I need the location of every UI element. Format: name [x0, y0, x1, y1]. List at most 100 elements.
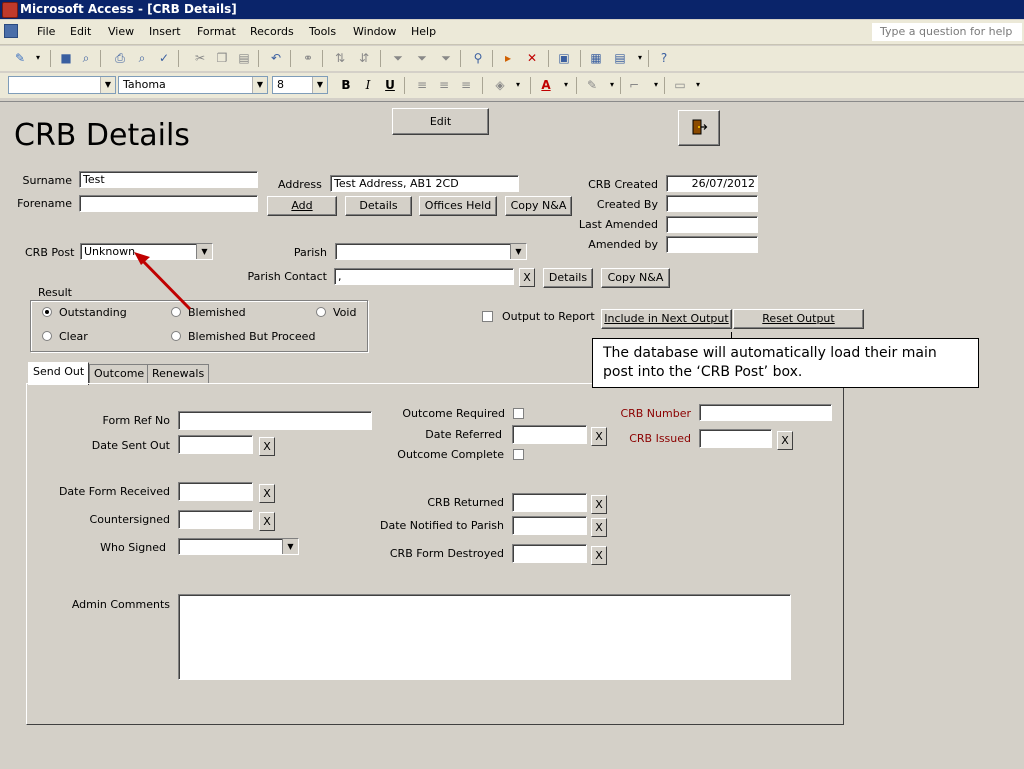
undo-icon[interactable]: ↶	[268, 50, 284, 66]
parish-dropdown-icon[interactable]: ▼	[510, 244, 526, 259]
print-preview-icon[interactable]: ⌕	[134, 50, 150, 66]
align-center-icon[interactable]: ≡	[436, 77, 452, 93]
parish-contact-field[interactable]: ,	[334, 268, 514, 285]
date-referred-field[interactable]	[512, 425, 587, 444]
form-window-icon[interactable]	[4, 24, 18, 38]
created-by-field[interactable]	[666, 195, 758, 212]
who-signed-dropdown-icon[interactable]: ▼	[282, 539, 298, 554]
crb-form-destroyed-field[interactable]	[512, 544, 587, 563]
bold-icon[interactable]: B	[338, 77, 354, 93]
form-ref-no-field[interactable]	[178, 411, 372, 430]
date-sent-out-field[interactable]	[178, 435, 253, 454]
line-width-dropdown-icon[interactable]: ▾	[648, 77, 664, 93]
add-button[interactable]: Add	[267, 196, 337, 216]
crb-returned-clear-button[interactable]: X	[591, 495, 607, 514]
object-combo[interactable]: ▼	[8, 76, 116, 94]
result-blemished-but-proceed-radio[interactable]	[171, 331, 181, 341]
tab-renewals[interactable]: Renewals	[147, 364, 210, 384]
database-window-icon[interactable]: ▦	[588, 50, 604, 66]
parish-copy-name-address-button[interactable]: Copy N&A	[601, 268, 670, 288]
include-in-next-output-button[interactable]: Include in Next Output	[601, 309, 732, 329]
fill-color-dropdown-icon[interactable]: ▾	[510, 77, 526, 93]
exit-button[interactable]	[678, 110, 720, 146]
special-effect-icon[interactable]: ▭	[672, 77, 688, 93]
italic-icon[interactable]: I	[360, 77, 376, 93]
print-icon[interactable]: ⎙	[112, 50, 128, 66]
last-amended-field[interactable]	[666, 216, 758, 233]
font-color-icon[interactable]: A	[538, 77, 554, 93]
crb-returned-field[interactable]	[512, 493, 587, 512]
new-object-icon[interactable]: ▤	[612, 50, 628, 66]
result-outstanding-radio[interactable]	[42, 307, 52, 317]
date-form-received-clear-button[interactable]: X	[259, 484, 275, 503]
font-color-dropdown-icon[interactable]: ▾	[558, 77, 574, 93]
sort-descending-icon[interactable]: ⇵	[356, 50, 372, 66]
menu-view[interactable]: View	[108, 25, 134, 38]
copy-icon[interactable]: ❐	[214, 50, 230, 66]
output-to-report-checkbox[interactable]	[482, 311, 493, 322]
forename-field[interactable]	[79, 195, 258, 212]
parish-details-button[interactable]: Details	[543, 268, 593, 288]
date-sent-out-clear-button[interactable]: X	[259, 437, 275, 456]
crb-issued-clear-button[interactable]: X	[777, 431, 793, 450]
line-color-dropdown-icon[interactable]: ▾	[604, 77, 620, 93]
date-referred-clear-button[interactable]: X	[591, 427, 607, 446]
outcome-complete-checkbox[interactable]	[513, 449, 524, 460]
crb-form-destroyed-clear-button[interactable]: X	[591, 546, 607, 565]
countersigned-clear-button[interactable]: X	[259, 512, 275, 531]
tab-send-out[interactable]: Send Out	[28, 362, 90, 385]
menu-format[interactable]: Format	[197, 25, 236, 38]
object-combo-dropdown-icon[interactable]: ▼	[100, 77, 115, 93]
special-effect-dropdown-icon[interactable]: ▾	[690, 77, 706, 93]
font-size-combo[interactable]: 8 ▼	[272, 76, 328, 94]
paste-icon[interactable]: ▤	[236, 50, 252, 66]
line-color-icon[interactable]: ✎	[584, 77, 600, 93]
spelling-icon[interactable]: ✓	[156, 50, 172, 66]
who-signed-combo[interactable]: ▼	[178, 538, 299, 555]
menu-window[interactable]: Window	[353, 25, 396, 38]
address-field[interactable]: Test Address, AB1 2CD	[330, 175, 519, 192]
help-icon[interactable]: ?	[656, 50, 672, 66]
help-search-input[interactable]: Type a question for help	[872, 23, 1022, 41]
edit-button[interactable]: Edit	[392, 108, 489, 135]
font-combo[interactable]: Tahoma ▼	[118, 76, 268, 94]
cut-icon[interactable]: ✂	[192, 50, 208, 66]
line-width-icon[interactable]: ⌐	[626, 77, 642, 93]
font-combo-dropdown-icon[interactable]: ▼	[252, 77, 267, 93]
delete-record-icon[interactable]: ✕	[524, 50, 540, 66]
crb-issued-field[interactable]	[699, 429, 772, 448]
view-icon[interactable]: ✎	[12, 50, 28, 66]
offices-held-button[interactable]: Offices Held	[419, 196, 497, 216]
parish-contact-clear-button[interactable]: X	[519, 268, 535, 287]
crb-number-field[interactable]	[699, 404, 832, 421]
menu-tools[interactable]: Tools	[309, 25, 336, 38]
result-void-radio[interactable]	[316, 307, 326, 317]
new-record-icon[interactable]: ▸	[500, 50, 516, 66]
font-size-combo-dropdown-icon[interactable]: ▼	[312, 77, 327, 93]
align-left-icon[interactable]: ≡	[414, 77, 430, 93]
find-icon[interactable]: ⚲	[470, 50, 486, 66]
underline-icon[interactable]: U	[382, 77, 398, 93]
copy-name-address-button[interactable]: Copy N&A	[505, 196, 572, 216]
date-notified-to-parish-clear-button[interactable]: X	[591, 518, 607, 537]
filter-by-selection-icon[interactable]: ⏷	[390, 50, 406, 66]
details-button[interactable]: Details	[345, 196, 412, 216]
countersigned-field[interactable]	[178, 510, 253, 529]
new-object-dropdown-icon[interactable]: ▾	[632, 50, 648, 66]
reset-output-button[interactable]: Reset Output	[733, 309, 864, 329]
menu-insert[interactable]: Insert	[149, 25, 181, 38]
admin-comments-field[interactable]	[178, 594, 791, 680]
result-clear-radio[interactable]	[42, 331, 52, 341]
save-icon[interactable]: ■	[58, 50, 74, 66]
view-dropdown-icon[interactable]: ▾	[30, 50, 46, 66]
fill-color-icon[interactable]: ◈	[492, 77, 508, 93]
menu-help[interactable]: Help	[411, 25, 436, 38]
filter-by-form-icon[interactable]: ⏷	[414, 50, 430, 66]
apply-filter-icon[interactable]: ⏷	[438, 50, 454, 66]
align-right-icon[interactable]: ≡	[458, 77, 474, 93]
parish-combo[interactable]: ▼	[335, 243, 527, 260]
menu-edit[interactable]: Edit	[70, 25, 91, 38]
menu-file[interactable]: File	[37, 25, 55, 38]
menu-records[interactable]: Records	[250, 25, 294, 38]
surname-field[interactable]: Test	[79, 171, 258, 188]
